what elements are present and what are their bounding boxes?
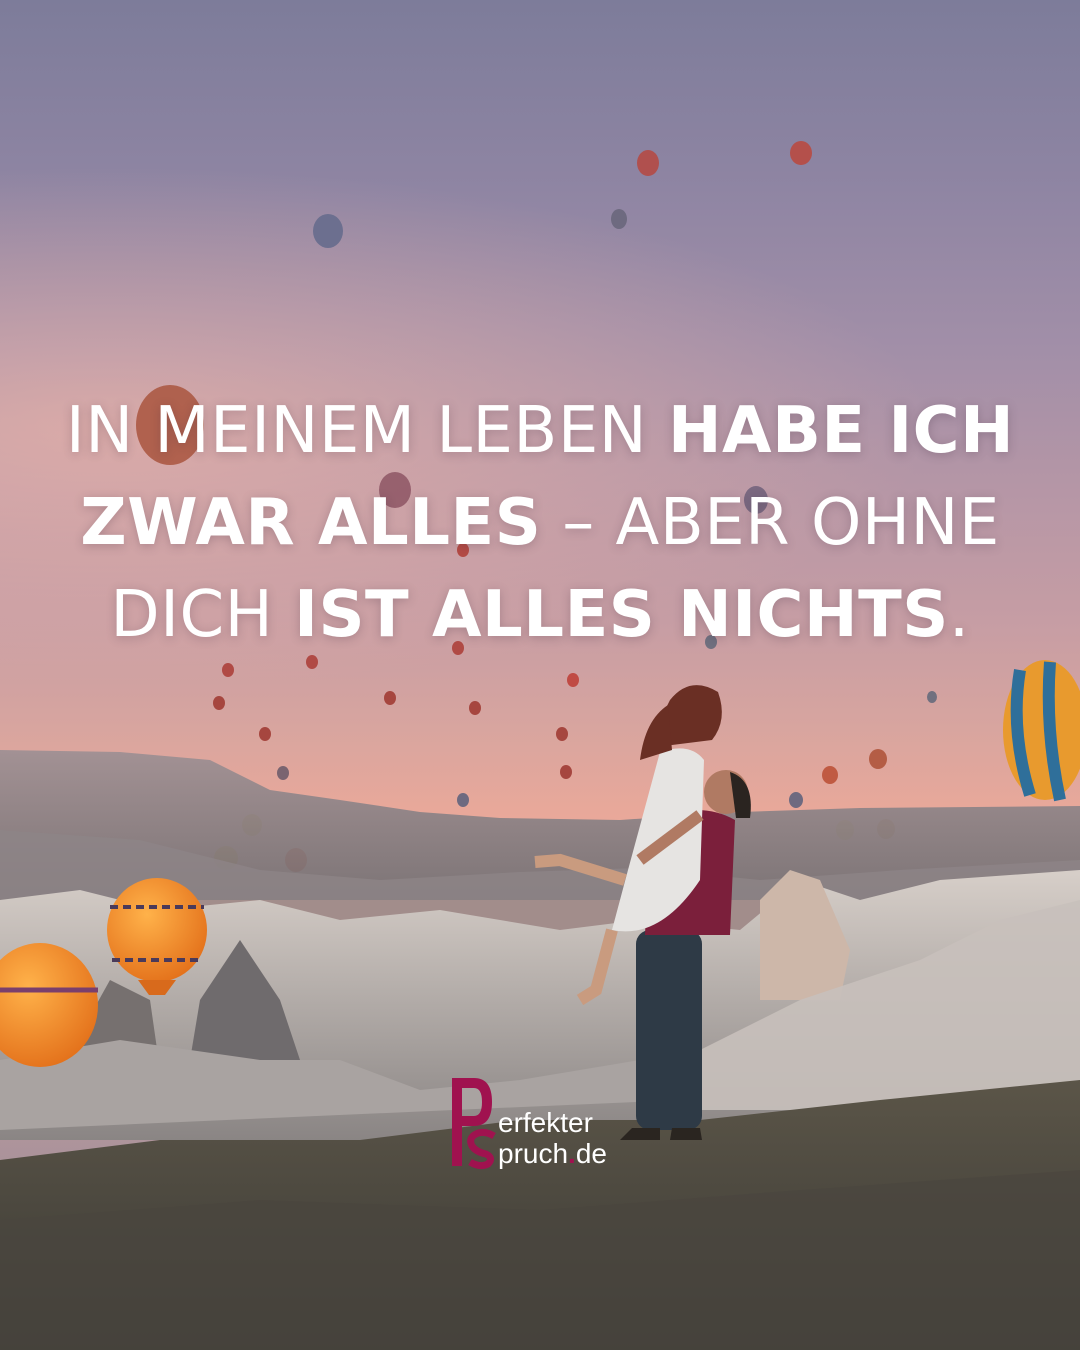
quote-segment: DICH — [110, 578, 295, 652]
quote-segment: . — [948, 578, 970, 652]
quote-segment: IST ALLES NICHTS — [294, 578, 949, 652]
photo-scene: IN MEINEM LEBEN HABE ICH ZWAR ALLES – AB… — [0, 0, 1080, 1350]
logo-text-part: de — [575, 1138, 607, 1169]
quote-line-3: DICH IST ALLES NICHTS. — [40, 569, 1040, 661]
quote-segment: HABE ICH — [667, 394, 1015, 468]
logo-text-line1: erfekter — [498, 1107, 593, 1138]
quote-segment: IN MEINEM LEBEN — [65, 394, 668, 468]
quote-segment: ZWAR ALLES — [80, 486, 542, 560]
quote-line-2: ZWAR ALLES – ABER OHNE — [40, 477, 1040, 569]
striped-balloon-right — [1003, 660, 1080, 802]
quote-text: IN MEINEM LEBEN HABE ICH ZWAR ALLES – AB… — [40, 385, 1040, 661]
logo-text-line2: pruch.de — [498, 1138, 607, 1170]
quote-line-1: IN MEINEM LEBEN HABE ICH — [40, 385, 1040, 477]
logo-text-part: pruch — [498, 1138, 569, 1169]
ps-logo-icon — [452, 1078, 496, 1170]
quote-segment: – ABER OHNE — [541, 486, 1000, 560]
logo-dot: . — [568, 1138, 576, 1169]
brand-logo: erfekter pruch.de — [448, 1074, 648, 1174]
